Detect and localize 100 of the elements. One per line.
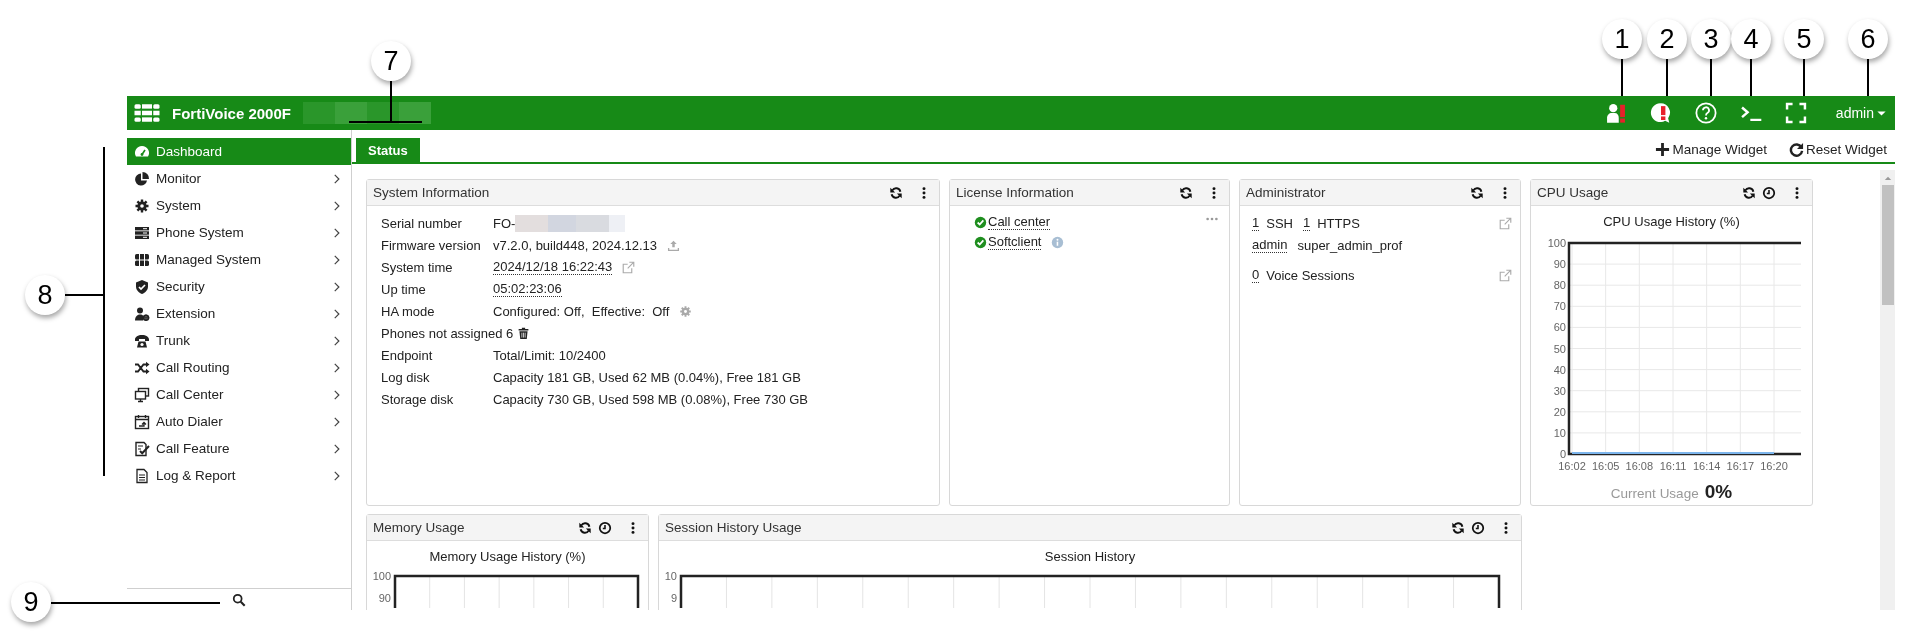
document-icon bbox=[134, 467, 150, 484]
trash-icon[interactable] bbox=[517, 326, 531, 340]
axis-label: 100 bbox=[372, 570, 391, 582]
product-name: FortiVoice 2000F bbox=[172, 104, 291, 122]
callout-number: 8 bbox=[25, 275, 65, 315]
field-value: v7.2.0, build448, 2024.12.13 bbox=[493, 237, 658, 253]
leader-line bbox=[1710, 58, 1712, 97]
menu-item[interactable]: Trunk bbox=[127, 327, 351, 354]
field-label: Firmware version bbox=[381, 237, 482, 253]
widget-title: System Information bbox=[373, 185, 490, 200]
menu-item[interactable]: Phone System bbox=[127, 219, 351, 246]
shield-icon bbox=[134, 278, 150, 295]
current-usage-value: 0% bbox=[1704, 481, 1733, 502]
reset-widget-button[interactable]: Reset Widget bbox=[1788, 142, 1887, 157]
phone-icon bbox=[134, 332, 150, 349]
axis-label: 16:20 bbox=[1760, 460, 1788, 472]
session-label: HTTPS bbox=[1317, 215, 1360, 231]
refresh-icon[interactable] bbox=[1742, 185, 1756, 200]
server-rack-icon bbox=[134, 251, 150, 268]
axis-label: 16:17 bbox=[1726, 460, 1755, 472]
callout-number: 3 bbox=[1691, 19, 1731, 59]
axis-label: 16:11 bbox=[1659, 460, 1687, 472]
tab[interactable]: Status bbox=[356, 138, 420, 162]
menu-item[interactable]: Log & Report bbox=[127, 462, 351, 489]
axis-label: 10 bbox=[664, 570, 677, 582]
field-label: Log disk bbox=[381, 369, 431, 385]
callout-number: 4 bbox=[1731, 19, 1771, 59]
menu-item[interactable]: Auto Dialer bbox=[127, 408, 351, 435]
license-link[interactable]: Call center bbox=[988, 214, 1051, 230]
session-count[interactable]: 0 bbox=[1252, 267, 1260, 283]
clock-icon[interactable] bbox=[1471, 520, 1485, 535]
field-link[interactable]: 05:02:23:06 bbox=[493, 281, 562, 297]
session-count[interactable]: 1 bbox=[1302, 215, 1311, 231]
admin-user-link[interactable]: admin bbox=[1252, 237, 1288, 253]
field-label: System time bbox=[381, 259, 454, 275]
menu-item[interactable]: Extension bbox=[127, 300, 351, 327]
callout-number: 1 bbox=[1602, 19, 1642, 59]
user-menu-button[interactable]: admin bbox=[1827, 103, 1887, 123]
user-gear-icon bbox=[134, 305, 150, 322]
pie-chart-icon bbox=[134, 170, 150, 187]
refresh-icon[interactable] bbox=[889, 185, 903, 200]
dashboard-icon bbox=[134, 143, 150, 160]
widget-title: Session History Usage bbox=[665, 520, 802, 535]
field-value: FO- bbox=[493, 215, 516, 231]
widget-title: Memory Usage bbox=[373, 520, 465, 535]
callout-number: 5 bbox=[1784, 19, 1824, 59]
widget-title: License Information bbox=[956, 185, 1074, 200]
refresh-icon[interactable] bbox=[1470, 185, 1484, 200]
menu-item[interactable]: Call Center bbox=[127, 381, 351, 408]
axis-label: 40 bbox=[1553, 363, 1566, 376]
refresh-icon[interactable] bbox=[578, 520, 592, 535]
clock-icon[interactable] bbox=[1762, 185, 1776, 200]
menu-item[interactable]: System bbox=[127, 192, 351, 219]
session-count[interactable]: 1 bbox=[1252, 215, 1260, 231]
axis-label: 90 bbox=[1553, 258, 1566, 271]
menu-item[interactable]: Security bbox=[127, 273, 351, 300]
menu-item[interactable]: Dashboard bbox=[127, 138, 351, 165]
leader-line bbox=[1621, 58, 1623, 97]
menu-item[interactable]: Call Feature bbox=[127, 435, 351, 462]
admin-profile: super_admin_prof bbox=[1297, 237, 1403, 253]
field-label: Storage disk bbox=[381, 391, 455, 407]
monitor-icon bbox=[134, 386, 150, 403]
checklist-icon bbox=[134, 440, 150, 457]
axis-label: 0 bbox=[1559, 448, 1566, 460]
refresh-icon[interactable] bbox=[1451, 520, 1465, 535]
leader-line bbox=[1803, 58, 1805, 97]
server-icon bbox=[134, 224, 150, 241]
axis-label: 9 bbox=[670, 592, 677, 604]
menu-item[interactable]: Call Routing bbox=[127, 354, 351, 381]
gear-icon bbox=[134, 197, 150, 214]
axis-label: 16:02 bbox=[1558, 460, 1586, 472]
refresh-icon[interactable] bbox=[1179, 185, 1193, 200]
session-label: Voice Sessions bbox=[1266, 267, 1355, 283]
field-link[interactable]: 2024/12/18 16:22:43 bbox=[493, 259, 613, 275]
widget-title: Administrator bbox=[1246, 185, 1326, 200]
session-label: SSH bbox=[1266, 215, 1293, 231]
field-value: Capacity 181 GB, Used 62 MB (0.04%), Free 181 GB bbox=[493, 369, 801, 385]
field-label: Serial number bbox=[381, 215, 463, 231]
current-usage-label: Current Usage bbox=[1610, 486, 1699, 501]
field-label: HA mode bbox=[381, 303, 436, 319]
axis-label: 100 bbox=[1547, 237, 1566, 249]
scrollbar[interactable] bbox=[1880, 170, 1895, 610]
axis-label: 70 bbox=[1553, 300, 1566, 313]
calendar-icon bbox=[134, 413, 150, 430]
clock-icon[interactable] bbox=[598, 520, 612, 535]
leader-line bbox=[1867, 58, 1869, 97]
field-value: Capacity 730 GB, Used 598 MB (0.08%), Free 730 GB bbox=[493, 391, 809, 407]
callout-number: 6 bbox=[1848, 19, 1888, 59]
axis-label: 50 bbox=[1553, 342, 1566, 355]
shuffle-icon bbox=[134, 359, 150, 376]
widget-title: CPU Usage bbox=[1537, 185, 1609, 200]
license-link[interactable]: Softclient bbox=[988, 234, 1042, 250]
scrollbar-thumb[interactable] bbox=[1881, 185, 1894, 305]
menu-item[interactable]: Managed System bbox=[127, 246, 351, 273]
search-icon[interactable] bbox=[232, 592, 246, 607]
menu-item[interactable]: Monitor bbox=[127, 165, 351, 192]
axis-label: 10 bbox=[1553, 426, 1566, 439]
field-value: Configured: Off, Effective: Off bbox=[493, 303, 670, 319]
manage-widget-button[interactable]: Manage Widget bbox=[1655, 142, 1767, 157]
chart-title: CPU Usage History (%) bbox=[1602, 213, 1741, 229]
